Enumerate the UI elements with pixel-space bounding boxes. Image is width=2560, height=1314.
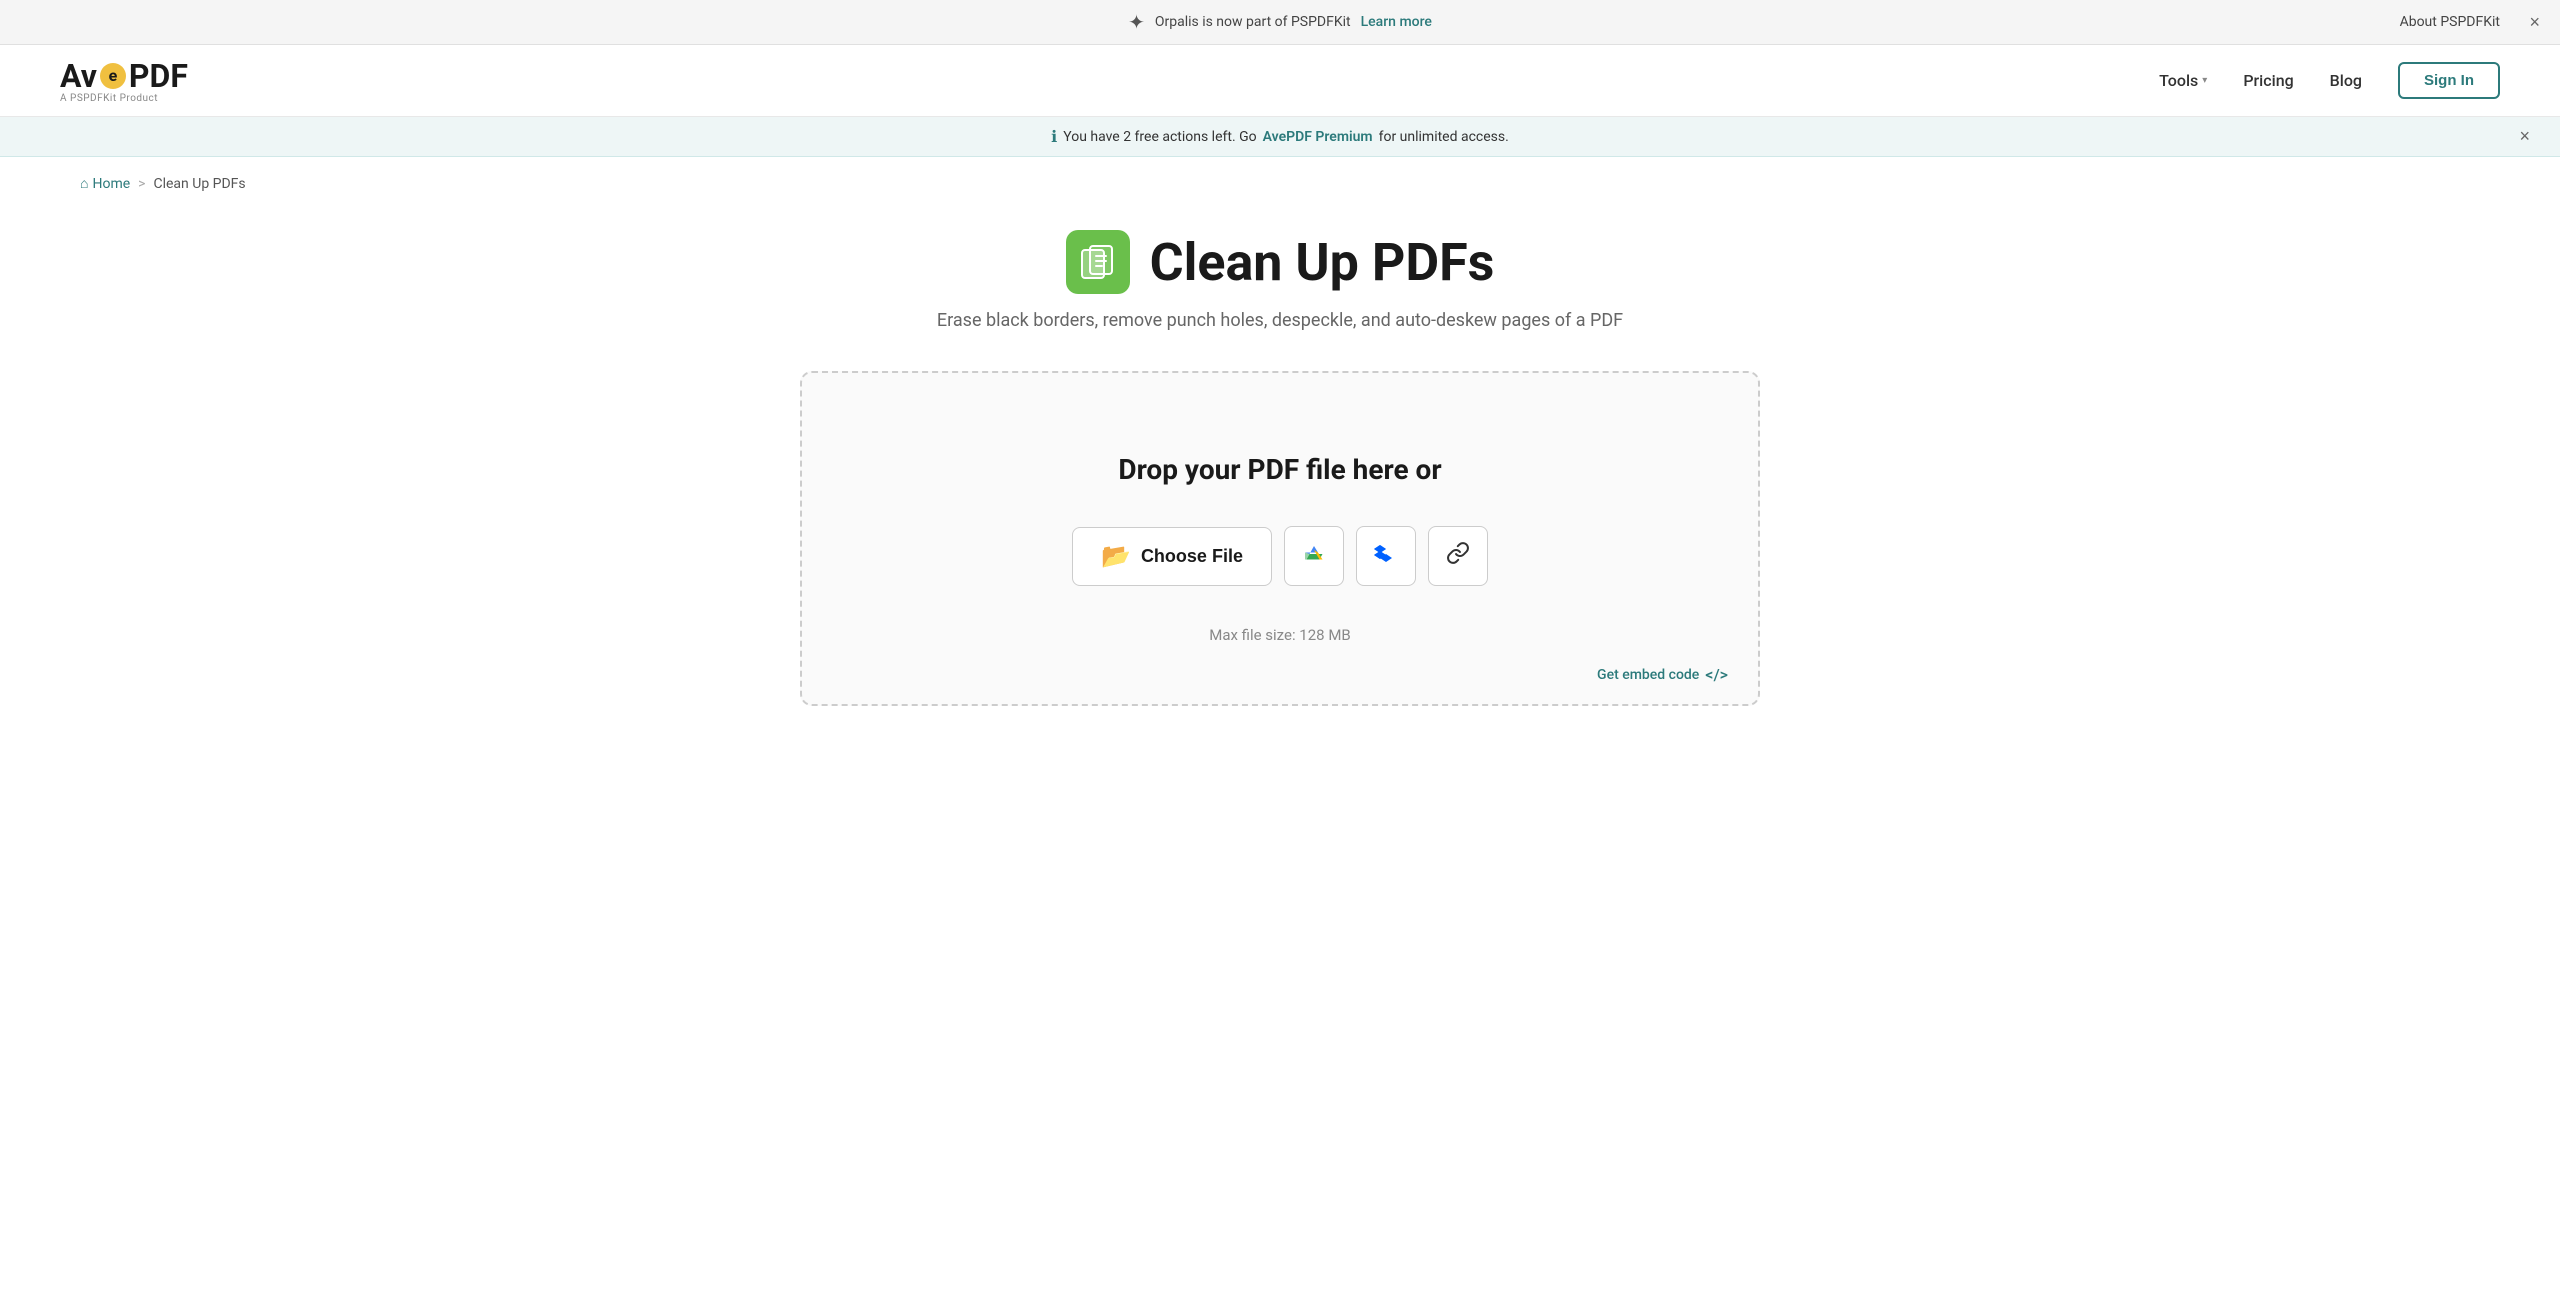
breadcrumb-separator: > [138, 176, 145, 192]
nav-pricing[interactable]: Pricing [2243, 71, 2293, 90]
pricing-link[interactable]: Pricing [2243, 71, 2293, 90]
logo-text: Av e PDF [60, 57, 188, 95]
chevron-down-icon: ▾ [2202, 75, 2207, 86]
logo-av: Av [60, 57, 97, 95]
breadcrumb-home-label: Home [92, 176, 130, 192]
logo-sub: A PSPDFKit Product [60, 93, 188, 104]
main-content: Clean Up PDFs Erase black borders, remov… [0, 210, 2560, 766]
nav-signin[interactable]: Sign In [2398, 62, 2500, 99]
dropbox-icon [1374, 541, 1398, 571]
nav-blog[interactable]: Blog [2330, 71, 2362, 90]
logo-e: e [100, 63, 126, 89]
avepdf-premium-link[interactable]: AvePDF Premium [1263, 129, 1373, 145]
nav-tools[interactable]: Tools ▾ [2159, 71, 2207, 90]
announcement-text: Orpalis is now part of PSPDFKit [1155, 14, 1351, 30]
choose-file-label: Choose File [1141, 546, 1243, 567]
logo: Av e PDF A PSPDFKit Product [60, 57, 188, 104]
embed-code-link[interactable]: Get embed code </> [1597, 665, 1728, 684]
info-message-after: for unlimited access. [1379, 129, 1509, 145]
code-icon: </> [1705, 665, 1728, 684]
about-pspdkit-label: About PSPDFKit [2400, 14, 2500, 30]
drop-zone[interactable]: Drop your PDF file here or 📂 Choose File [800, 371, 1760, 706]
page-heading: Clean Up PDFs [1066, 230, 1495, 294]
breadcrumb: ⌂ Home > Clean Up PDFs [0, 157, 2560, 210]
navbar: Av e PDF A PSPDFKit Product Tools ▾ Pric… [0, 45, 2560, 117]
page-subtitle: Erase black borders, remove punch holes,… [937, 310, 1623, 331]
choose-file-button[interactable]: 📂 Choose File [1072, 527, 1272, 586]
learn-more-link[interactable]: Learn more [1361, 14, 1432, 30]
info-icon: ℹ [1051, 127, 1057, 146]
announcement-bar: ✦ Orpalis is now part of PSPDFKit Learn … [0, 0, 2560, 45]
nav-links: Tools ▾ Pricing Blog Sign In [2159, 62, 2500, 99]
close-announcement-button[interactable]: × [2529, 12, 2540, 33]
info-bar: ℹ You have 2 free actions left. Go AvePD… [0, 117, 2560, 157]
google-drive-button[interactable] [1284, 526, 1344, 586]
home-icon: ⌂ [80, 175, 88, 192]
breadcrumb-current: Clean Up PDFs [153, 176, 245, 192]
blog-link[interactable]: Blog [2330, 71, 2362, 90]
url-link-button[interactable] [1428, 526, 1488, 586]
signin-button[interactable]: Sign In [2398, 62, 2500, 99]
tools-link[interactable]: Tools ▾ [2159, 71, 2207, 90]
logo-pdf: PDF [129, 57, 188, 95]
folder-icon: 📂 [1101, 542, 1131, 571]
embed-label: Get embed code [1597, 667, 1699, 683]
dropbox-button[interactable] [1356, 526, 1416, 586]
max-file-size: Max file size: 128 MB [1209, 626, 1351, 644]
file-actions: 📂 Choose File [1072, 526, 1488, 586]
drop-text: Drop your PDF file here or [1118, 453, 1441, 486]
google-drive-icon [1302, 541, 1326, 571]
breadcrumb-home-link[interactable]: ⌂ Home [80, 175, 130, 192]
tools-label: Tools [2159, 71, 2198, 90]
link-icon [1446, 541, 1470, 571]
page-icon [1066, 230, 1130, 294]
close-info-button[interactable]: × [2519, 126, 2530, 147]
page-title: Clean Up PDFs [1150, 232, 1495, 293]
info-message-before: You have 2 free actions left. Go [1063, 129, 1256, 145]
orpalis-icon: ✦ [1128, 10, 1145, 34]
clean-pdf-icon-svg [1078, 242, 1118, 282]
